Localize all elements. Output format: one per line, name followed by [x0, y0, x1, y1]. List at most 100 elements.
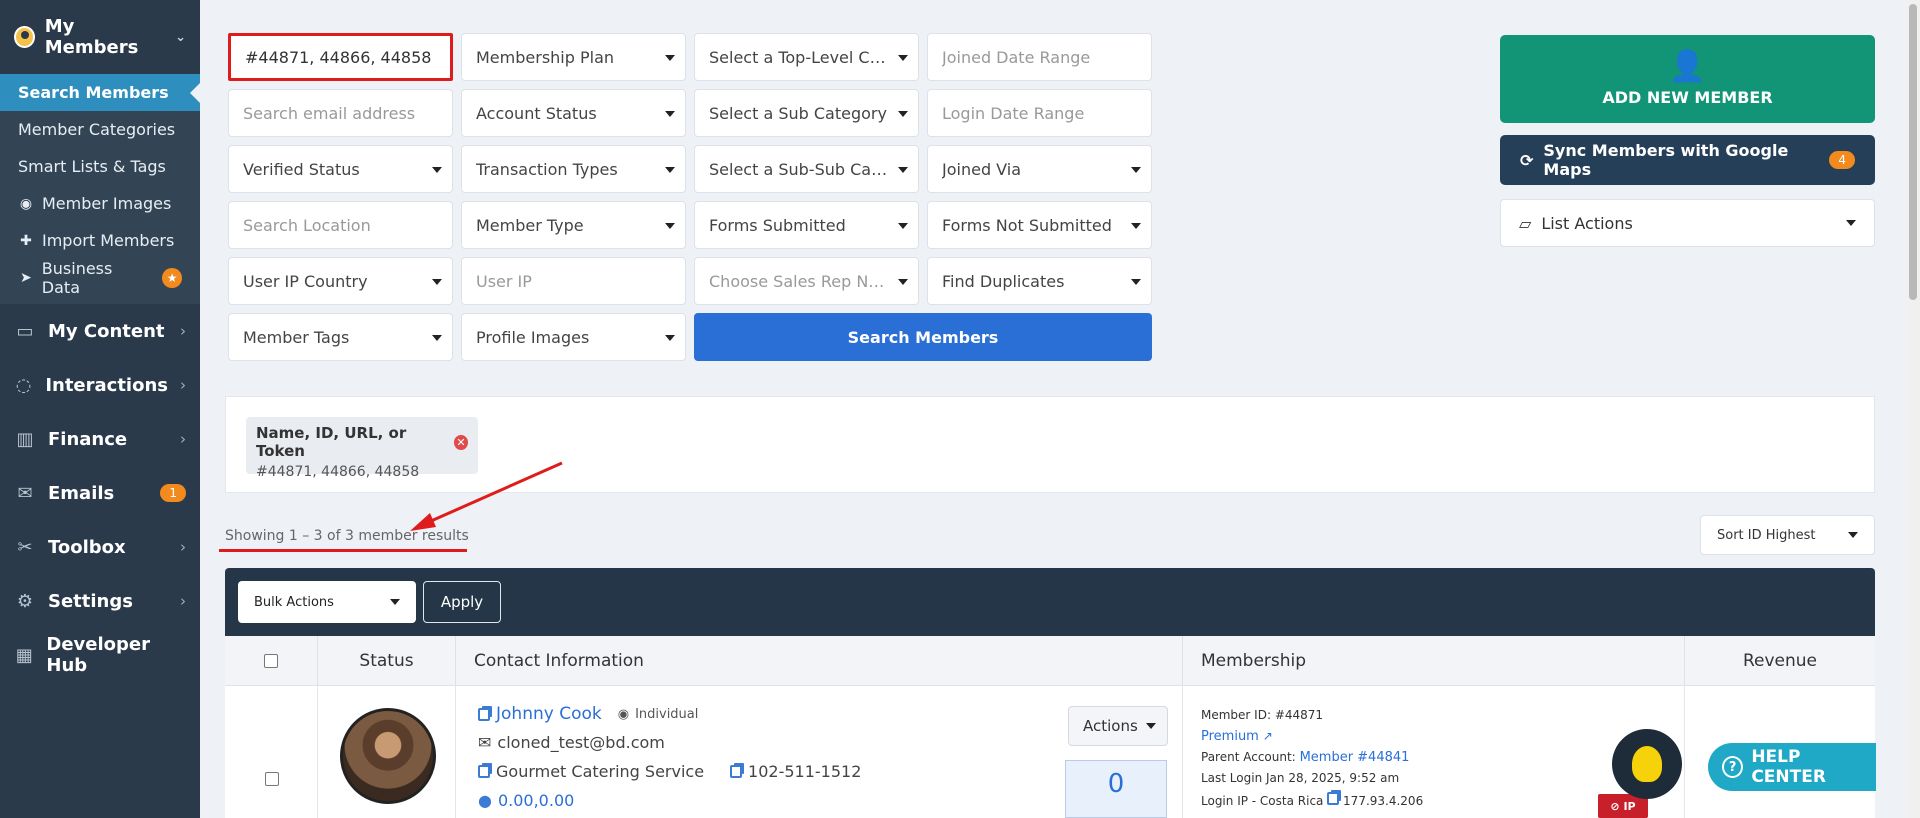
last-login-label: Last Login: [1201, 771, 1263, 785]
envelope-icon: ✉: [478, 733, 492, 752]
sidebar-item-finance[interactable]: ▥ Finance ›: [0, 412, 200, 466]
external-link-icon: ↗: [1262, 729, 1273, 743]
sidebar-item-label: Settings: [48, 590, 133, 612]
sub-category-select[interactable]: Select a Sub Category: [694, 89, 919, 137]
chevron-right-icon: ›: [180, 592, 186, 610]
sidebar-item-developer-hub[interactable]: ▦ Developer Hub: [0, 628, 200, 682]
search-members-button[interactable]: Search Members: [694, 313, 1152, 361]
sidebar-item-member-images[interactable]: ◉ Member Images: [0, 185, 200, 222]
bulk-actions-select[interactable]: Bulk Actions: [238, 581, 416, 623]
name-id-search-input[interactable]: #44871, 44866, 44858: [228, 33, 453, 81]
forms-submitted-select[interactable]: Forms Submitted: [694, 201, 919, 249]
star-icon: ★: [162, 267, 182, 288]
select-all-checkbox[interactable]: [264, 654, 278, 668]
header-checkbox-cell: [225, 636, 318, 686]
lightbulb-icon[interactable]: [1612, 729, 1682, 799]
folder-open-icon: ▱: [1519, 213, 1532, 233]
sidebar-item-my-content[interactable]: ▭ My Content ›: [0, 304, 200, 358]
transaction-types-select[interactable]: Transaction Types: [461, 145, 686, 193]
column-membership: Membership: [1183, 636, 1685, 686]
copy-icon[interactable]: [1327, 792, 1340, 805]
row-actions-button[interactable]: Actions: [1068, 706, 1168, 746]
contact-cell: Johnny Cook ◉ Individual ✉ cloned_test@b…: [456, 686, 1183, 818]
question-icon: ?: [1722, 756, 1744, 778]
location-search-input[interactable]: Search Location: [228, 201, 453, 249]
sidebar-item-label: Toolbox: [48, 536, 126, 558]
login-date-range-input[interactable]: Login Date Range: [927, 89, 1152, 137]
user-ip-input[interactable]: User IP: [461, 257, 686, 305]
refresh-icon: ⟳: [1520, 150, 1534, 170]
sort-select[interactable]: Sort ID Highest: [1700, 515, 1875, 555]
avatar[interactable]: [340, 708, 436, 804]
member-name-link[interactable]: Johnny Cook: [496, 704, 602, 724]
copy-icon[interactable]: [478, 765, 490, 778]
help-center-button[interactable]: ? HELP CENTER: [1708, 743, 1876, 791]
chevron-right-icon: ›: [180, 376, 186, 394]
sidebar-item-settings[interactable]: ⚙ Settings ›: [0, 574, 200, 628]
account-status-select[interactable]: Account Status: [461, 89, 686, 137]
member-company: Gourmet Catering Service: [496, 762, 705, 781]
sidebar-item-emails[interactable]: ✉ Emails 1: [0, 466, 200, 520]
member-email: cloned_test@bd.com: [497, 733, 665, 752]
sync-label: Sync Members with Google Maps: [1543, 141, 1789, 179]
member-id-label: Member ID:: [1201, 708, 1271, 722]
scrollbar-thumb[interactable]: [1909, 4, 1917, 300]
table-header: Status Contact Information Membership Re…: [225, 636, 1875, 686]
sidebar-item-import-members[interactable]: ✚ Import Members: [0, 222, 200, 259]
count-box[interactable]: 0: [1065, 760, 1167, 818]
member-tags-select[interactable]: Member Tags: [228, 313, 453, 361]
sidebar-item-smart-lists[interactable]: Smart Lists & Tags: [0, 148, 200, 185]
row-checkbox[interactable]: [265, 772, 279, 786]
forms-not-submitted-select[interactable]: Forms Not Submitted: [927, 201, 1152, 249]
sidebar-item-label: Finance: [48, 428, 128, 450]
caret-down-icon: [1145, 723, 1156, 729]
profile-images-select[interactable]: Profile Images: [461, 313, 686, 361]
list-actions-dropdown[interactable]: ▱ List Actions: [1500, 199, 1875, 247]
sync-google-maps-button[interactable]: ⟳ Sync Members with Google Maps 4: [1500, 135, 1875, 185]
sales-rep-select[interactable]: Choose Sales Rep Na...: [694, 257, 919, 305]
copy-icon[interactable]: [730, 765, 743, 778]
copy-icon[interactable]: [478, 707, 490, 721]
sub-sub-category-select[interactable]: Select a Sub-Sub Cate...: [694, 145, 919, 193]
user-ip-country-select[interactable]: User IP Country: [228, 257, 453, 305]
sidebar-header-my-members[interactable]: My Members ⌄: [0, 0, 200, 74]
find-duplicates-select[interactable]: Find Duplicates: [927, 257, 1152, 305]
sidebar-item-search-members[interactable]: Search Members: [0, 74, 201, 111]
plus-icon: ✚: [20, 232, 32, 249]
search-filters: #44871, 44866, 44858 Membership Plan Sel…: [228, 33, 1153, 369]
sidebar-item-label: Member Images: [42, 194, 172, 213]
chevron-down-icon: ⌄: [175, 29, 186, 45]
sidebar-item-interactions[interactable]: ◌ Interactions ›: [0, 358, 200, 412]
membership-plan-select[interactable]: Membership Plan: [461, 33, 686, 81]
add-new-member-button[interactable]: 👤 ADD NEW MEMBER: [1500, 35, 1875, 123]
login-ip-value: 177.93.4.206: [1343, 794, 1424, 808]
top-level-category-select[interactable]: Select a Top-Level Cat...: [694, 33, 919, 81]
sidebar-item-business-data[interactable]: ➤ Business Data ★: [0, 258, 200, 297]
grid-icon: ▦: [15, 644, 33, 666]
annotation-arrow: [410, 461, 563, 531]
member-type-select[interactable]: Member Type: [461, 201, 686, 249]
sidebar-item-label: Business Data: [41, 258, 113, 297]
status-cell: [318, 686, 456, 818]
tools-icon: ✂: [17, 536, 33, 558]
globe-icon: ●: [478, 791, 492, 810]
sidebar-item-toolbox[interactable]: ✂ Toolbox ›: [0, 520, 200, 574]
parent-account-link[interactable]: Member #44841: [1300, 750, 1410, 765]
caret-down-icon: [1848, 532, 1858, 538]
row-checkbox-cell: [225, 686, 318, 818]
apply-button[interactable]: Apply: [423, 581, 501, 623]
page-scrollbar[interactable]: [1906, 0, 1920, 818]
joined-date-range-input[interactable]: Joined Date Range: [927, 33, 1152, 81]
verified-status-select[interactable]: Verified Status: [228, 145, 453, 193]
member-coordinates-link[interactable]: 0.00,0.00: [498, 791, 574, 810]
sidebar-item-label: Emails: [48, 482, 115, 504]
table-toolbar: Bulk Actions Apply: [225, 568, 1875, 636]
sidebar-item-member-categories[interactable]: Member Categories: [0, 111, 200, 148]
remove-filter-icon[interactable]: ✕: [453, 434, 468, 450]
plan-link[interactable]: Premium: [1201, 729, 1259, 744]
email-search-input[interactable]: Search email address: [228, 89, 453, 137]
joined-via-select[interactable]: Joined Via: [927, 145, 1152, 193]
user-circle-icon: [14, 26, 35, 48]
annotation-underline: [219, 549, 467, 552]
column-revenue: Revenue: [1742, 651, 1818, 671]
